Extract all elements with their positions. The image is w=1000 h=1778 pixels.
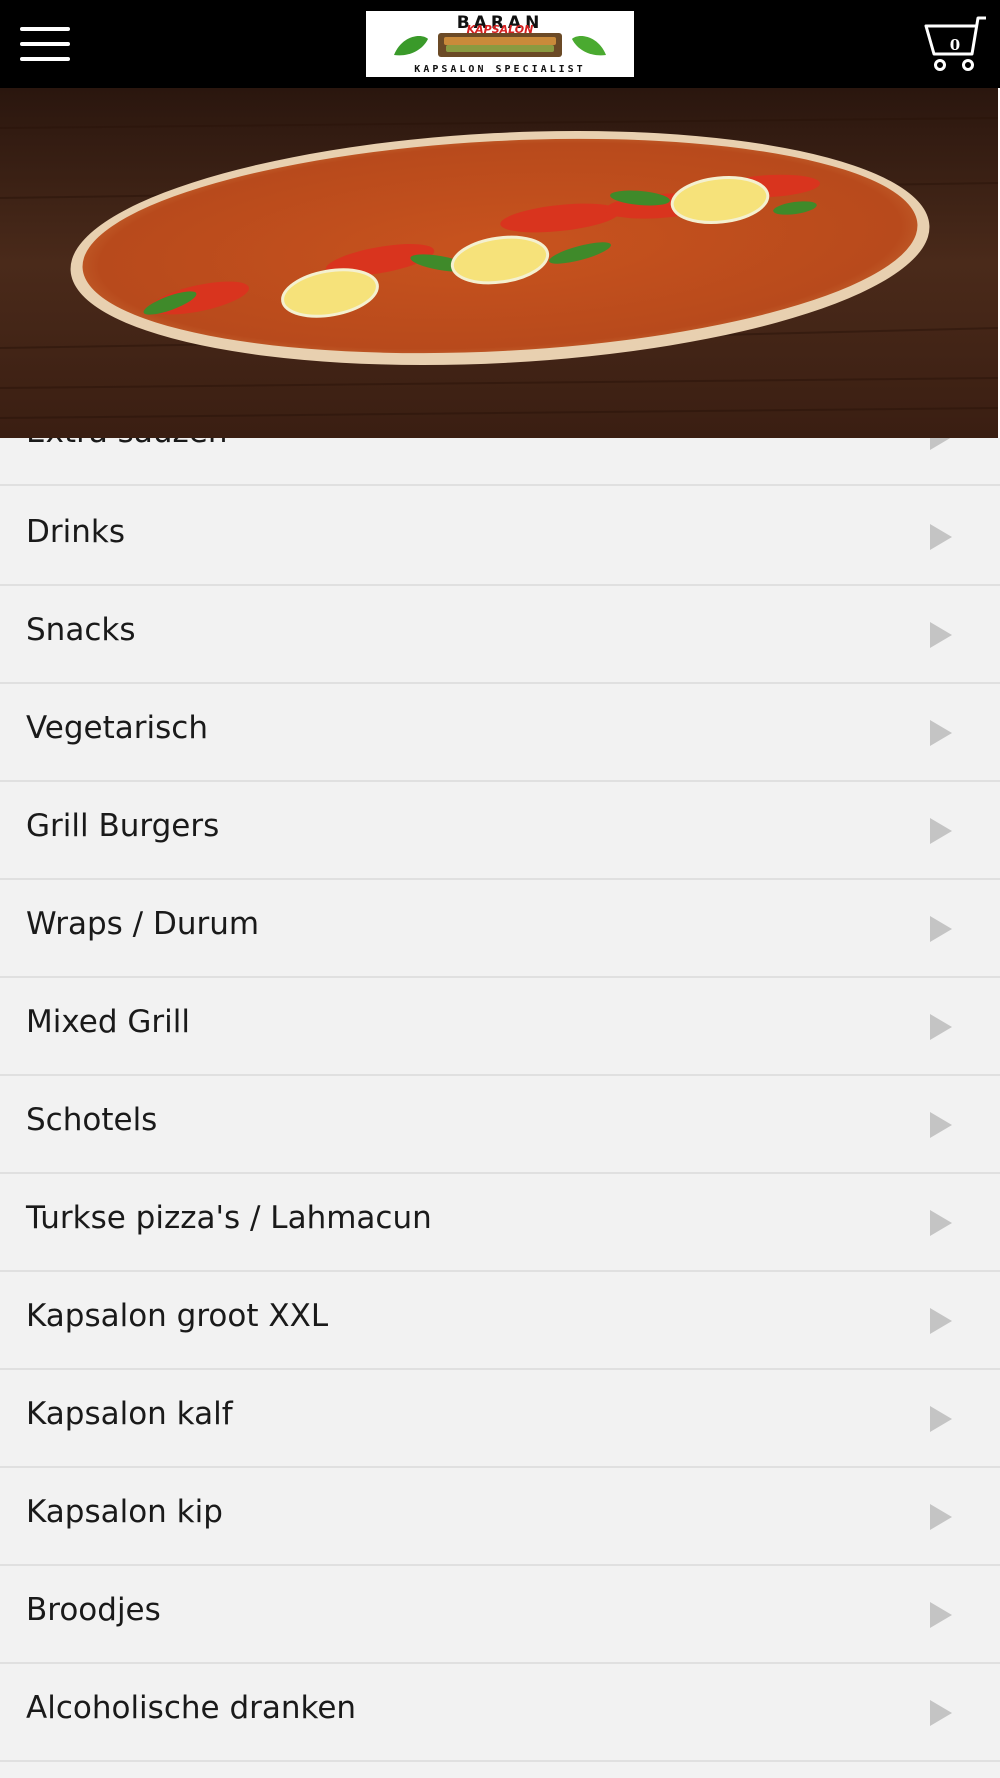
category-row-wraps-durum[interactable]: Wraps / Durum (0, 880, 1000, 978)
chevron-right-icon (930, 1308, 952, 1334)
category-row-vegetarisch[interactable]: Vegetarisch (0, 684, 1000, 782)
category-row-kapsalon-kalf[interactable]: Kapsalon kalf (0, 1370, 1000, 1468)
chevron-right-icon (930, 1112, 952, 1138)
chevron-right-icon (930, 1504, 952, 1530)
category-row-alcoholische-dranken[interactable]: Alcoholische dranken (0, 1664, 1000, 1762)
category-label: Drinks (26, 514, 125, 550)
category-row-schotels[interactable]: Schotels (0, 1076, 1000, 1174)
category-label: Grill Burgers (26, 808, 220, 844)
chevron-right-icon (930, 524, 952, 550)
hamburger-menu-icon[interactable] (20, 25, 70, 63)
category-label: Kapsalon kalf (26, 1396, 233, 1432)
chevron-right-icon (930, 1700, 952, 1726)
chevron-right-icon (930, 1014, 952, 1040)
category-row-kapsalon-groot-xxl[interactable]: Kapsalon groot XXL (0, 1272, 1000, 1370)
hero-image (0, 88, 998, 438)
category-row-snacks[interactable]: Snacks (0, 586, 1000, 684)
chevron-right-icon (930, 916, 952, 942)
chevron-right-icon (930, 1602, 952, 1628)
category-row-broodjes[interactable]: Broodjes (0, 1566, 1000, 1664)
logo-tagline: KAPSALON SPECIALIST (414, 64, 585, 75)
chevron-right-icon (930, 818, 952, 844)
category-label: Wraps / Durum (26, 906, 260, 942)
brand-logo[interactable]: BARAN KAPSALON KAPSALON SPECIALIST (366, 11, 634, 77)
chevron-right-icon (930, 622, 952, 648)
category-row-drinks[interactable]: Drinks (0, 488, 1000, 586)
chevron-right-icon (930, 1210, 952, 1236)
category-row-kapsalon-kip[interactable]: Kapsalon kip (0, 1468, 1000, 1566)
category-row-extra-sauzen[interactable]: Extra sauzen (0, 438, 1000, 486)
category-label: Kapsalon groot XXL (26, 1298, 329, 1334)
category-row-turkse-pizzas-lahmacun[interactable]: Turkse pizza's / Lahmacun (0, 1174, 1000, 1272)
category-label: Alcoholische dranken (26, 1690, 357, 1726)
chevron-right-icon (930, 720, 952, 746)
chevron-right-icon (930, 1406, 952, 1432)
category-label: Broodjes (26, 1592, 161, 1628)
logo-sub-brand: KAPSALON (467, 23, 534, 36)
category-label: Snacks (26, 612, 136, 648)
top-bar: BARAN KAPSALON KAPSALON SPECIALIST 0 (0, 0, 1000, 88)
category-label: Kapsalon kip (26, 1494, 223, 1530)
category-label: Extra sauzen (26, 438, 227, 450)
cart-count-badge: 0 (949, 36, 961, 54)
category-label: Schotels (26, 1102, 158, 1138)
category-row-grill-burgers[interactable]: Grill Burgers (0, 782, 1000, 880)
category-label: Vegetarisch (26, 710, 208, 746)
category-label: Turkse pizza's / Lahmacun (26, 1200, 432, 1236)
shopping-cart-icon[interactable]: 0 (922, 14, 988, 74)
category-label: Mixed Grill (26, 1004, 190, 1040)
category-list: Extra sauzen Drinks Snacks Vegetarisch G… (0, 438, 1000, 1778)
category-row-mixed-grill[interactable]: Mixed Grill (0, 978, 1000, 1076)
chevron-right-icon (930, 438, 951, 450)
